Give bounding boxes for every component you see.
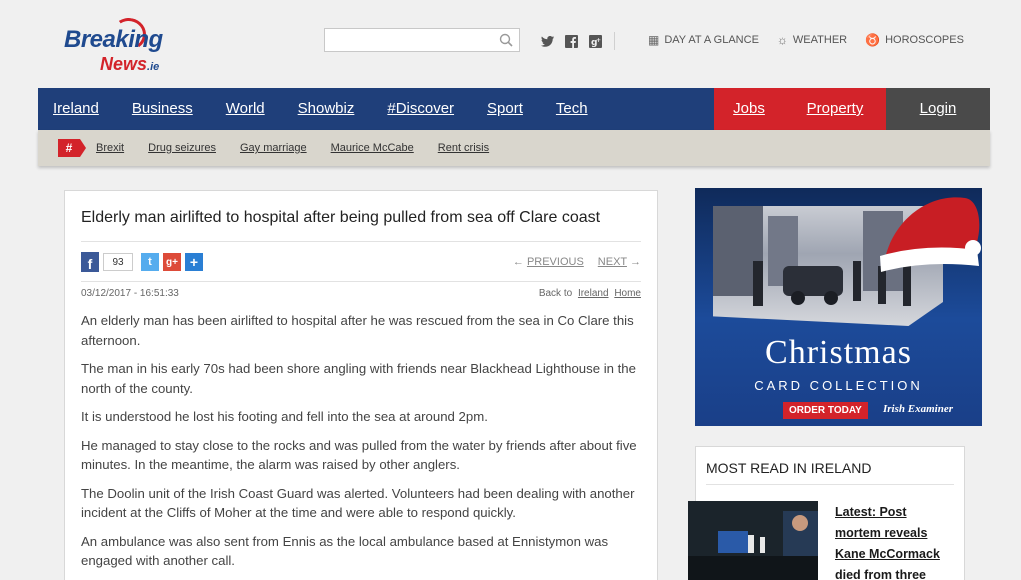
back-home-link[interactable]: Home [614, 288, 641, 299]
nav-item-world[interactable]: World [226, 88, 265, 130]
article-paragraph: It is understood he lost his footing and… [81, 409, 488, 424]
trending-item-rent-crisis[interactable]: Rent crisis [438, 142, 489, 154]
share-count: 93 [103, 253, 133, 271]
trending-item-brexit[interactable]: Brexit [96, 142, 124, 154]
thumbnail-scene [688, 501, 818, 580]
day-at-a-glance-label: DAY AT A GLANCE [664, 34, 759, 46]
facebook-icon[interactable] [564, 34, 578, 48]
logo-breaking-text: Breaking [64, 26, 163, 53]
article-paragraph: He managed to stay close to the rocks an… [81, 437, 637, 473]
divider [81, 281, 641, 282]
previous-label: PREVIOUS [526, 256, 584, 268]
social-links: g + [540, 32, 615, 50]
divider [706, 484, 954, 485]
article-headline: Elderly man airlifted to hospital after … [81, 209, 601, 226]
search-box [324, 28, 520, 52]
logo-tld: .ie [147, 61, 160, 73]
login-button[interactable]: Login [886, 88, 990, 130]
site-header: Breaking News.ie g + ▦ DAY AT A GLANCE ☼ … [0, 0, 1021, 88]
weather-label: WEATHER [792, 34, 848, 46]
article-meta: 03/12/2017 - 16:51:33 Back to Ireland Ho… [81, 288, 641, 299]
calendar-icon: ▦ [648, 33, 660, 47]
nav-item-discover[interactable]: #Discover [387, 88, 454, 130]
more-share-icon[interactable]: + [185, 253, 203, 271]
facebook-share-icon[interactable]: f [81, 252, 99, 272]
next-link[interactable]: NEXT → [598, 256, 641, 268]
most-read-title: MOST READ IN IRELAND [706, 460, 872, 476]
santa-hat-icon [880, 197, 981, 272]
svg-text:+: + [596, 37, 601, 44]
nav-property-button[interactable]: Property [784, 88, 886, 130]
share-row: f 93 t g+ + ← PREVIOUS NEXT → [81, 250, 641, 274]
hashtag-icon: # [58, 139, 86, 157]
logo-news-text: News.ie [100, 54, 159, 75]
nav-item-ireland[interactable]: Ireland [53, 88, 99, 130]
most-read-story-link[interactable]: Latest: Post mortem reveals Kane McCorma… [835, 502, 955, 580]
back-to-label: Back to [538, 288, 573, 299]
nav-jobs-button[interactable]: Jobs [714, 88, 784, 130]
trending-bar: # Brexit Drug seizures Gay marriage Maur… [38, 130, 990, 166]
article: Elderly man airlifted to hospital after … [64, 190, 658, 580]
weather-link[interactable]: ☼ WEATHER [777, 33, 847, 47]
most-read-thumbnail[interactable] [688, 501, 818, 580]
search-input[interactable] [325, 29, 495, 51]
ad-title: Christmas [765, 334, 912, 371]
trending-item-maurice-mccabe[interactable]: Maurice McCabe [331, 142, 414, 154]
christmas-card-ad[interactable]: Christmas CARD COLLECTION ORDER TODAY Ir… [695, 188, 982, 426]
nav-item-showbiz[interactable]: Showbiz [298, 88, 355, 130]
article-pager: ← PREVIOUS NEXT → [513, 256, 641, 268]
article-timestamp: 03/12/2017 - 16:51:33 [81, 288, 179, 299]
search-icon[interactable] [499, 33, 513, 47]
google-plus-share-icon[interactable]: g+ [163, 253, 181, 271]
most-read-panel: MOST READ IN IRELAND Latest: Post mortem… [688, 446, 965, 580]
horoscopes-link[interactable]: ♉ HOROSCOPES [865, 33, 964, 47]
google-plus-icon[interactable]: g + [588, 34, 602, 48]
weather-icon: ☼ [776, 33, 788, 47]
ad-brand-logo: Irish Examiner [883, 403, 953, 415]
article-paragraph: The Doolin unit of the Irish Coast Guard… [81, 485, 635, 521]
nav-item-sport[interactable]: Sport [487, 88, 523, 130]
nav-item-business[interactable]: Business [132, 88, 193, 130]
nav-item-tech[interactable]: Tech [556, 88, 588, 130]
article-paragraph: An ambulance was also sent from Ennis as… [81, 533, 609, 569]
top-links: ▦ DAY AT A GLANCE ☼ WEATHER ♉ HOROSCOPES [648, 33, 964, 47]
ad-subtitle: CARD COLLECTION [754, 378, 923, 393]
trending-item-gay-marriage[interactable]: Gay marriage [240, 142, 307, 154]
horoscope-icon: ♉ [865, 33, 881, 47]
twitter-share-icon[interactable]: t [141, 253, 159, 271]
order-today-button[interactable]: ORDER TODAY [783, 402, 868, 419]
nav-sections: Ireland Business World Showbiz #Discover… [38, 88, 714, 130]
divider [81, 241, 641, 242]
previous-link[interactable]: ← PREVIOUS [513, 256, 584, 268]
next-label: NEXT [597, 256, 627, 268]
logo-news-word: News [100, 54, 148, 74]
day-at-a-glance-link[interactable]: ▦ DAY AT A GLANCE [648, 33, 759, 47]
article-paragraph: The man in his early 70s had been shore … [81, 361, 636, 396]
back-links: Back to Ireland Home [536, 288, 641, 299]
site-logo[interactable]: Breaking News.ie [62, 15, 192, 76]
article-paragraph: An elderly man has been airlifted to hos… [81, 313, 634, 348]
horoscopes-label: HOROSCOPES [885, 34, 964, 46]
trending-item-drug-seizures[interactable]: Drug seizures [148, 142, 216, 154]
back-ireland-link[interactable]: Ireland [578, 288, 609, 299]
twitter-icon[interactable] [540, 34, 554, 48]
main-nav: Ireland Business World Showbiz #Discover… [38, 88, 990, 130]
